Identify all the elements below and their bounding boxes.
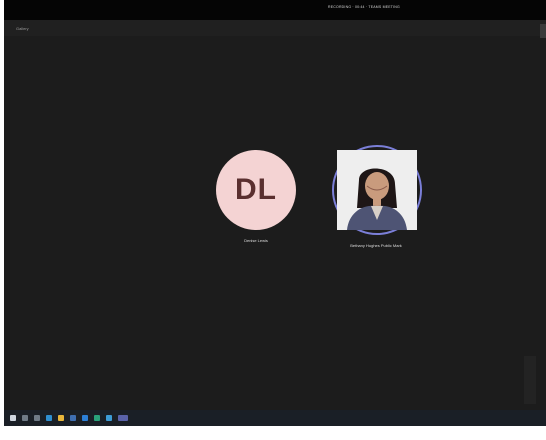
edge-icon[interactable] <box>46 415 52 421</box>
participant-tile[interactable]: Bethany Hughes Public Mark <box>332 145 422 248</box>
active-speaker-ring <box>332 145 422 235</box>
participant-name: Denise Lewis <box>244 238 268 243</box>
side-panel-toggle[interactable] <box>540 24 546 38</box>
windows-logo-icon[interactable] <box>10 415 16 421</box>
active-app-icon[interactable] <box>118 415 128 421</box>
participant-name: Bethany Hughes Public Mark <box>350 243 402 248</box>
meeting-window: RECORDING · 00:44 · TEAMS MEETING Galler… <box>4 0 546 426</box>
avatar-initials: DL <box>235 173 277 206</box>
person-photo-icon <box>337 150 417 230</box>
participant-tile[interactable]: DL Denise Lewis <box>212 150 300 243</box>
mail-icon[interactable] <box>82 415 88 421</box>
explorer-icon[interactable] <box>58 415 64 421</box>
search-icon[interactable] <box>22 415 28 421</box>
self-view-placeholder <box>524 356 536 404</box>
windows-taskbar <box>4 410 546 426</box>
profile-photo <box>337 150 417 230</box>
title-bar: RECORDING · 00:44 · TEAMS MEETING <box>4 0 546 20</box>
initials-avatar: DL <box>216 150 296 230</box>
task-view-icon[interactable] <box>34 415 40 421</box>
store-icon[interactable] <box>70 415 76 421</box>
app-icon[interactable] <box>106 415 112 421</box>
view-mode-label[interactable]: Gallery <box>16 26 29 31</box>
meeting-toolbar <box>4 20 546 36</box>
teams-icon[interactable] <box>94 415 100 421</box>
window-title: RECORDING · 00:44 · TEAMS MEETING <box>328 5 400 9</box>
